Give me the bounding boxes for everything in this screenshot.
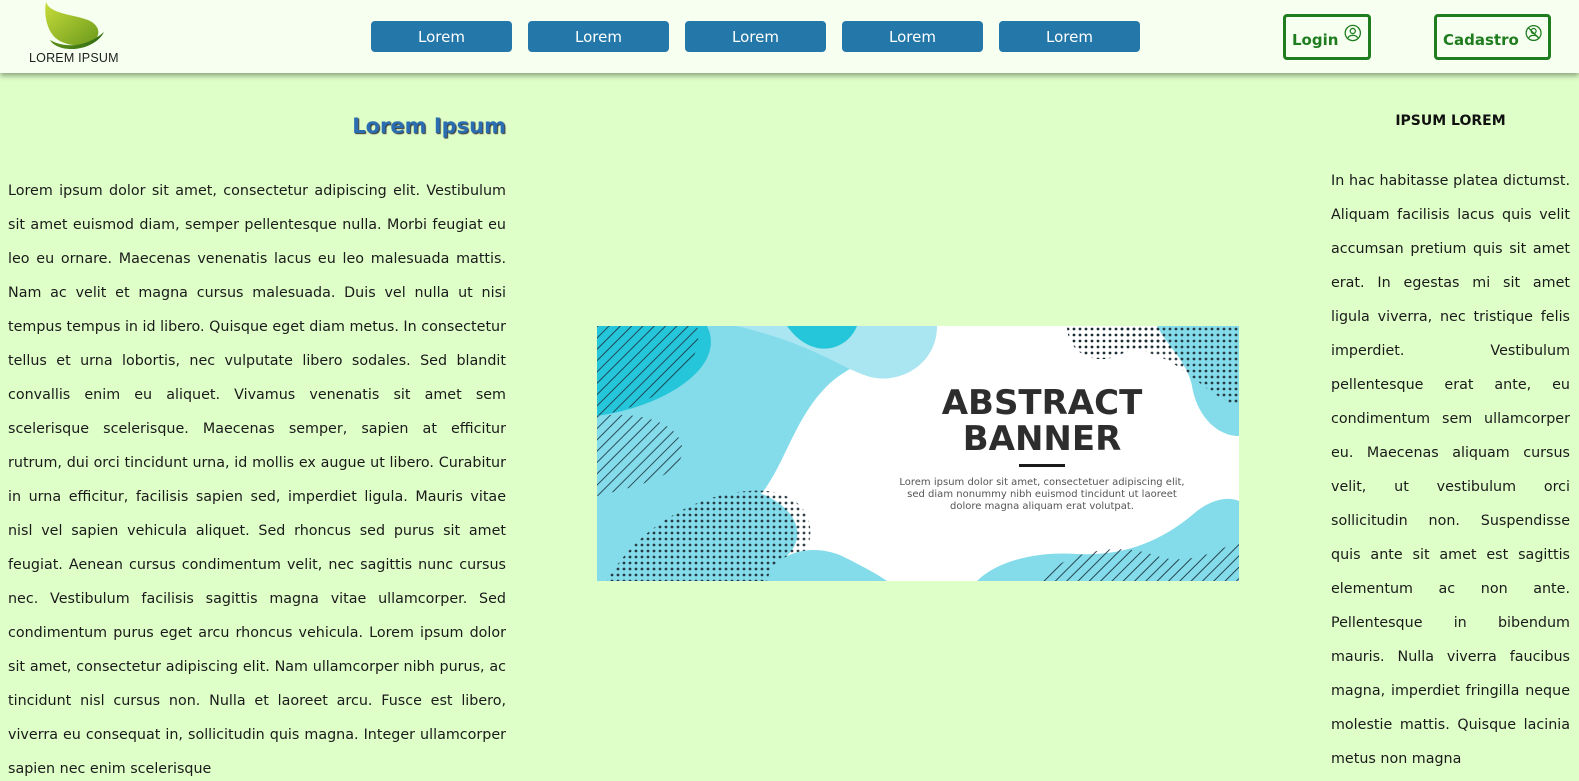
banner-title-2: BANNER — [963, 419, 1122, 459]
user-slash-icon — [1525, 24, 1542, 42]
logo-text: LOREM IPSUM — [29, 51, 119, 65]
cadastro-button[interactable]: Cadastro — [1434, 14, 1551, 60]
cadastro-label: Cadastro — [1443, 30, 1519, 49]
login-label: Login — [1292, 30, 1339, 49]
right-paragraph: In hac habitasse platea dictumst. Aliqua… — [1331, 173, 1570, 767]
nav-button-1[interactable]: Lorem — [371, 21, 512, 52]
banner-caption-1: Lorem ipsum dolor sit amet, consectetuer… — [899, 477, 1184, 488]
user-circle-icon — [1344, 24, 1362, 42]
main-nav: Lorem Lorem Lorem Lorem Lorem — [371, 21, 1140, 52]
banner-artwork: ABSTRACT BANNER Lorem ipsum dolor sit am… — [597, 326, 1239, 581]
right-title: IPSUM LOREM — [1395, 113, 1506, 129]
login-button[interactable]: Login — [1283, 14, 1371, 60]
nav-button-5[interactable]: Lorem — [999, 21, 1140, 52]
left-paragraph: Lorem ipsum dolor sit amet, consectetur … — [8, 183, 506, 777]
nav-button-4[interactable]: Lorem — [842, 21, 983, 52]
left-title: Lorem Ipsum — [352, 114, 506, 138]
logo[interactable]: LOREM IPSUM — [22, 0, 132, 70]
nav-button-2[interactable]: Lorem — [528, 21, 669, 52]
nav-button-3[interactable]: Lorem — [685, 21, 826, 52]
right-column: IPSUM LOREM In hac habitasse platea dict… — [1331, 113, 1570, 776]
abstract-banner: ABSTRACT BANNER Lorem ipsum dolor sit am… — [597, 326, 1239, 581]
header: LOREM IPSUM Lorem Lorem Lorem Lorem Lore… — [0, 0, 1579, 73]
left-column: Lorem Ipsum Lorem ipsum dolor sit amet, … — [8, 114, 506, 781]
banner-caption-3: dolore magna aliquam erat volutpat. — [950, 501, 1134, 512]
banner-caption-2: sed diam nonummy nibh euismod tincidunt … — [907, 489, 1177, 500]
banner-title-1: ABSTRACT — [942, 383, 1143, 423]
leaf-logo-icon — [45, 2, 104, 50]
